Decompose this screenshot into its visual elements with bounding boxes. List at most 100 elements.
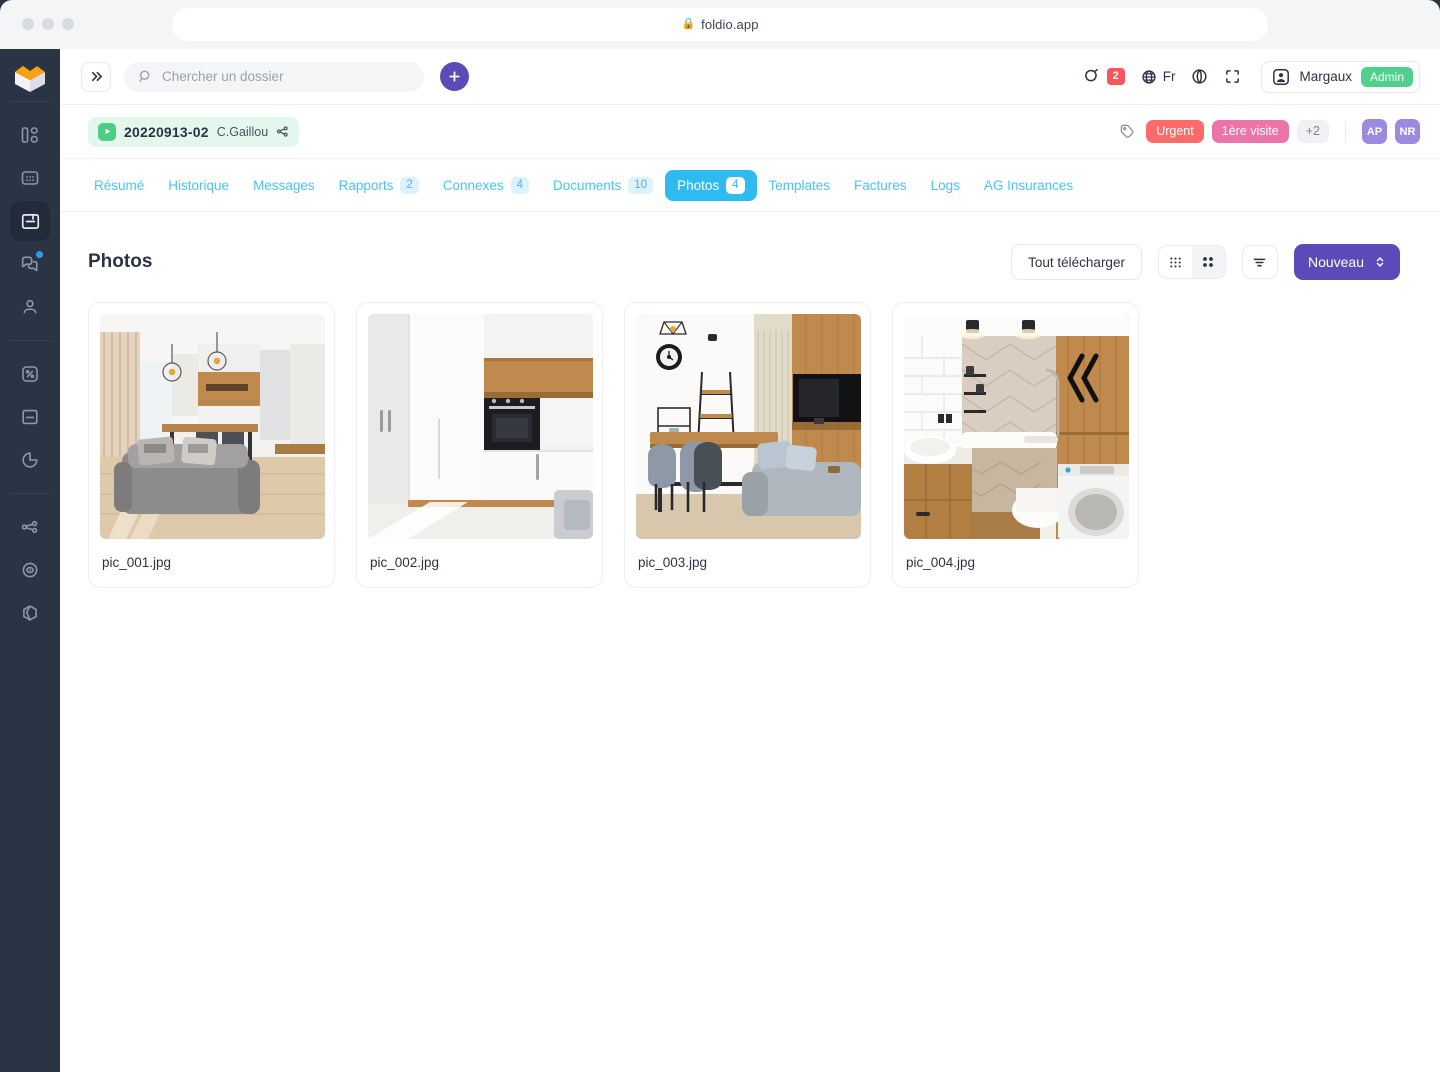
cube-icon — [23, 605, 37, 621]
maximize-window-button[interactable] — [62, 18, 74, 30]
toolbar-actions: Tout télécharger Nouveau — [1011, 244, 1400, 280]
pie-chart-icon — [22, 452, 38, 468]
photos-panel: Photos Tout télécharger Nouveau pic_001.… — [60, 212, 1440, 1072]
search-box[interactable] — [124, 61, 424, 92]
share-icon[interactable] — [276, 125, 289, 138]
url-text: foldio.app — [701, 17, 759, 32]
file-identifier-chip[interactable]: 20220913-02 C.Gaillou — [88, 116, 300, 147]
tab-connexes[interactable]: Connexes 4 — [431, 170, 541, 201]
list-view-icon[interactable] — [1159, 246, 1192, 278]
grid-view-icon[interactable] — [1191, 246, 1225, 278]
tab-label: Documents — [552, 177, 622, 193]
user-menu[interactable]: Margaux Admin — [1261, 60, 1420, 93]
create-new-button[interactable] — [440, 62, 469, 91]
target-eye-icon — [22, 562, 38, 578]
minimize-window-button[interactable] — [42, 18, 54, 30]
tab-rapports[interactable]: Rapports 2 — [327, 170, 431, 201]
assignee-avatar[interactable]: AP — [1362, 119, 1387, 144]
new-button-label: Nouveau — [1307, 254, 1364, 270]
sidebar-item-contacts[interactable] — [10, 287, 50, 327]
sidebar-group-finance — [0, 341, 60, 493]
photos-grid: pic_001.jpg pic_002.jpg pic_003.jpg pic_… — [60, 284, 1440, 588]
sidebar-item-messages[interactable] — [10, 244, 50, 284]
tab-label: Factures — [854, 177, 907, 193]
tab-messages[interactable]: Messages — [241, 171, 327, 200]
search-input[interactable] — [162, 69, 402, 84]
sidebar-item-network[interactable] — [10, 507, 50, 547]
file-id: 20220913-02 — [124, 123, 209, 140]
tag-icon[interactable] — [1119, 123, 1136, 140]
tab-resume[interactable]: Résumé — [82, 171, 156, 200]
tab-factures[interactable]: Factures — [842, 171, 919, 200]
new-button[interactable]: Nouveau — [1293, 244, 1400, 280]
share-network-icon — [21, 520, 38, 534]
address-bar[interactable]: 🔒 foldio.app — [172, 8, 1268, 41]
app-window: 2 Fr — [0, 49, 1440, 1072]
sidebar-item-tracking[interactable] — [10, 550, 50, 590]
photo-card[interactable]: pic_004.jpg — [892, 302, 1139, 588]
sidebar-item-dashboard[interactable] — [10, 115, 50, 155]
download-all-button[interactable]: Tout télécharger — [1011, 244, 1142, 280]
plus-icon — [449, 71, 460, 82]
tab-count: 2 — [400, 176, 419, 194]
tab-photos[interactable]: Photos 4 — [665, 169, 757, 201]
chevrons-right-icon — [91, 71, 102, 82]
filter-button[interactable] — [1241, 245, 1278, 279]
app-topbar: 2 Fr — [60, 49, 1440, 105]
fullscreen-icon[interactable] — [1224, 68, 1241, 85]
photo-filename: pic_003.jpg — [638, 555, 708, 570]
filter-icon — [1254, 258, 1266, 266]
sidebar-item-calendar[interactable] — [10, 158, 50, 198]
notification-count-badge: 2 — [1106, 68, 1125, 85]
photo-filename: pic_004.jpg — [906, 555, 976, 570]
sidebar-item-analytics[interactable] — [10, 440, 50, 480]
tags-overflow-badge[interactable]: +2 — [1296, 120, 1329, 143]
photos-toolbar: Photos Tout télécharger Nouveau — [60, 212, 1440, 284]
photo-card[interactable]: pic_002.jpg — [356, 302, 603, 588]
photo-thumbnail[interactable] — [368, 314, 593, 539]
sidebar-item-integrations[interactable] — [10, 593, 50, 633]
user-role-badge: Admin — [1360, 66, 1413, 87]
sidebar-item-rates[interactable] — [10, 354, 50, 394]
notifications-button[interactable]: 2 — [1083, 68, 1125, 85]
view-mode-toggle — [1157, 245, 1226, 279]
photo-filename: pic_002.jpg — [370, 555, 440, 570]
language-switcher[interactable]: Fr — [1141, 69, 1175, 85]
grid-3x3-dots-icon — [1170, 257, 1181, 267]
calendar-grid-icon — [21, 171, 39, 185]
tab-count: 10 — [628, 176, 654, 194]
tag-badge[interactable]: 1ère visite — [1211, 120, 1289, 143]
photo-bathroom-image — [904, 314, 1129, 539]
photo-thumbnail[interactable] — [636, 314, 861, 539]
tab-label: Historique — [168, 177, 230, 193]
sidebar-item-documents[interactable] — [10, 397, 50, 437]
tab-logs[interactable]: Logs — [919, 171, 972, 200]
photo-dining-tv-image — [636, 314, 861, 539]
tab-label: Résumé — [94, 177, 145, 193]
photo-card[interactable]: pic_003.jpg — [624, 302, 871, 588]
photo-thumbnail[interactable] — [904, 314, 1129, 539]
app-logo[interactable] — [0, 49, 60, 101]
tag-badge[interactable]: Urgent — [1146, 120, 1204, 143]
photo-thumbnail[interactable] — [100, 314, 325, 539]
tab-templates[interactable]: Templates — [757, 171, 843, 200]
sidebar-group-primary — [0, 102, 60, 340]
tab-label: Rapports — [338, 177, 394, 193]
tab-historique[interactable]: Historique — [156, 171, 241, 200]
grid-2x2-dots-icon — [1203, 257, 1214, 267]
close-window-button[interactable] — [22, 18, 34, 30]
tab-label: AG Insurances — [983, 177, 1074, 193]
divider — [1345, 120, 1346, 143]
tab-label: Photos — [677, 177, 720, 193]
photo-card[interactable]: pic_001.jpg — [88, 302, 335, 588]
tab-label: Messages — [253, 177, 315, 193]
window-traffic-lights[interactable] — [22, 18, 74, 30]
help-sphere-icon[interactable] — [1191, 68, 1208, 85]
file-owner: C.Gaillou — [216, 124, 269, 139]
file-meta-actions: Urgent 1ère visite +2 AP NR — [1119, 119, 1420, 144]
sidebar-item-folders[interactable] — [10, 201, 50, 241]
assignee-avatar[interactable]: NR — [1395, 119, 1420, 144]
tab-ag-insurances[interactable]: AG Insurances — [972, 171, 1085, 200]
tab-documents[interactable]: Documents 10 — [541, 170, 665, 201]
sidebar-collapse-button[interactable] — [81, 61, 111, 92]
